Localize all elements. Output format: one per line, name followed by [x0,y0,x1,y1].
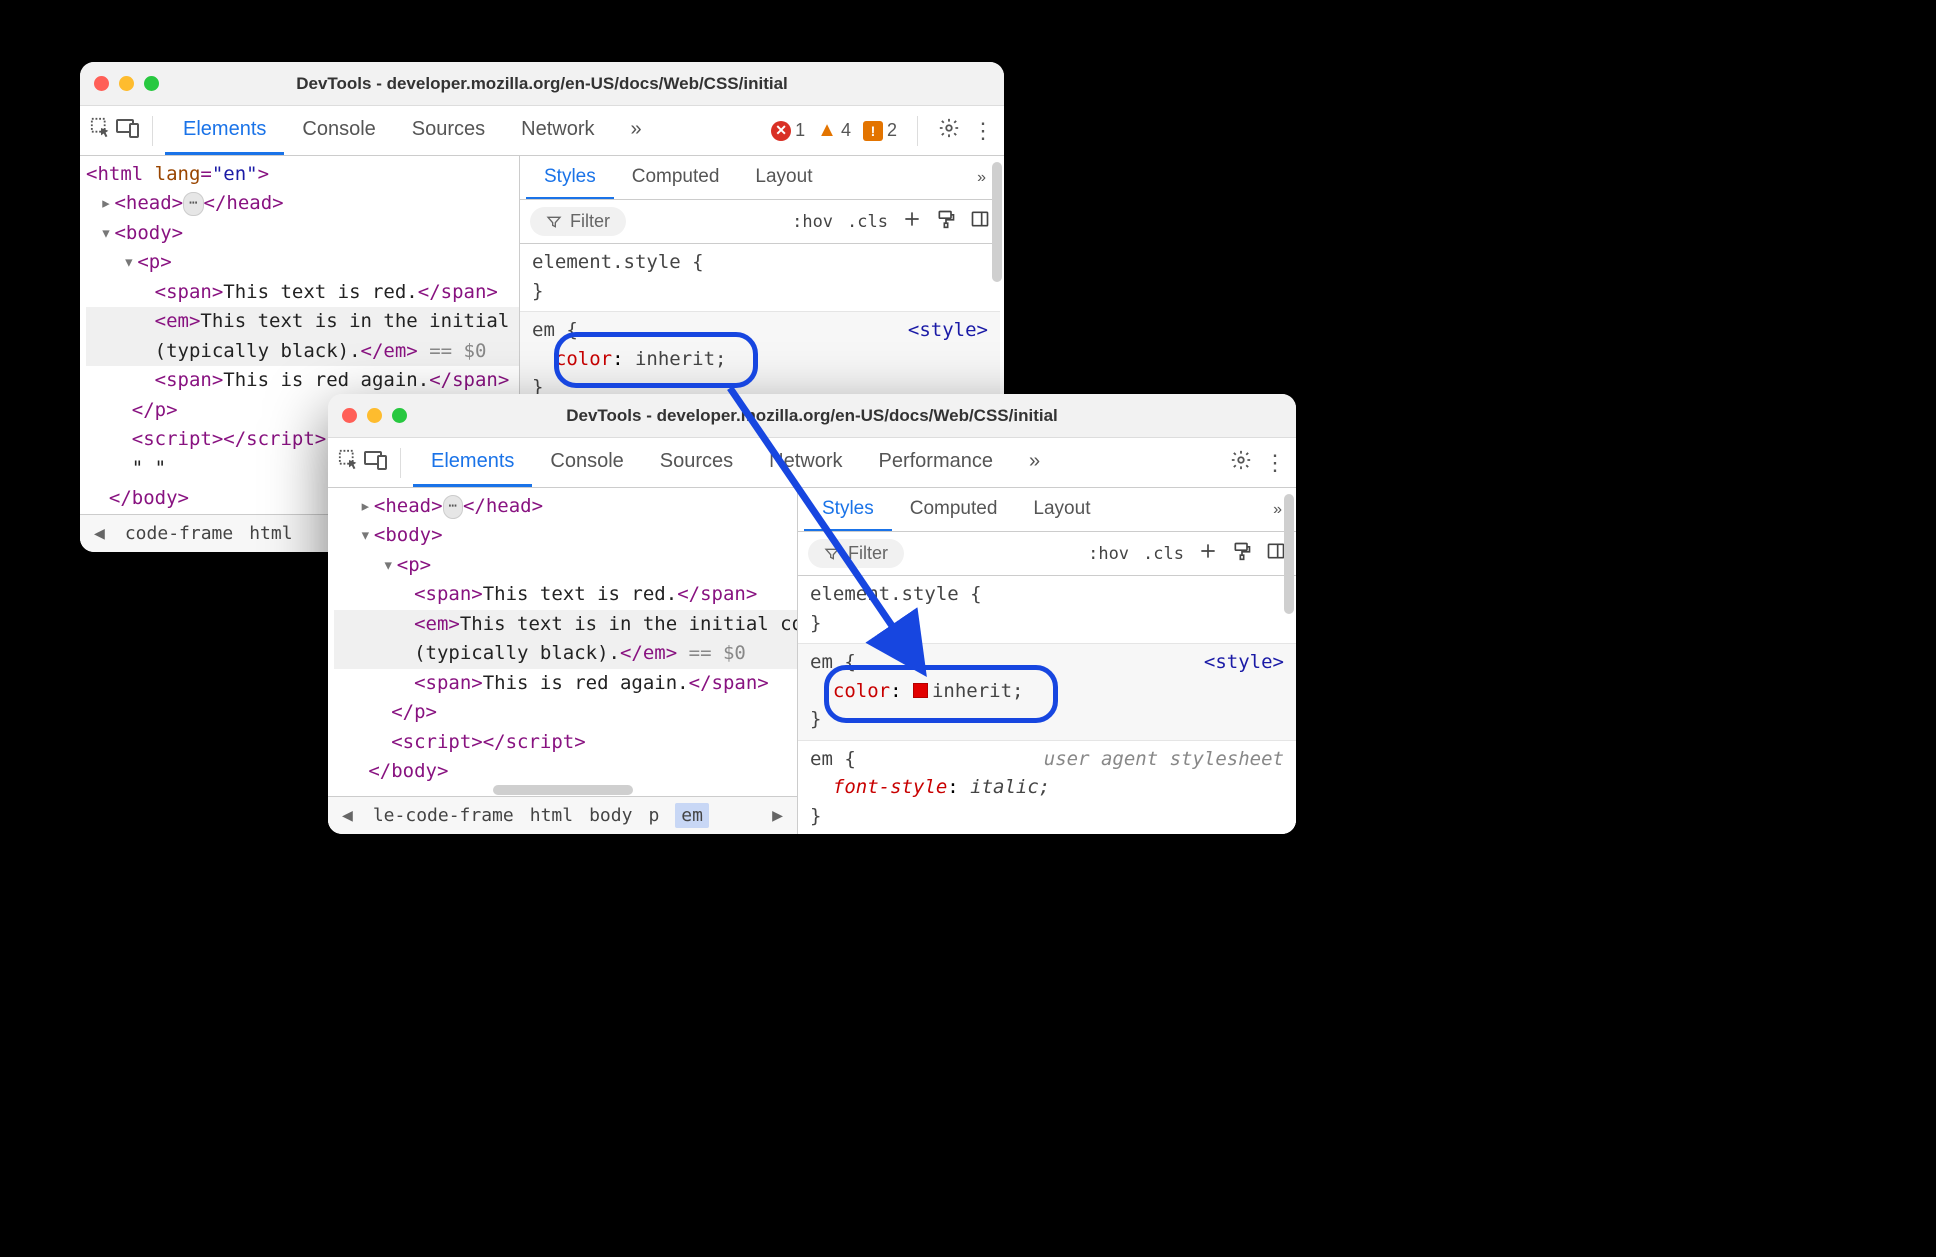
rule-source-link[interactable]: <style> [1204,648,1284,677]
crumb[interactable]: html [249,523,292,544]
crumb[interactable]: body [589,805,632,826]
rule-source-link[interactable]: <style> [908,316,988,345]
panel-toggle-icon[interactable] [1266,541,1286,566]
subtab-layout[interactable]: Layout [1015,488,1108,531]
hov-toggle[interactable]: :hov [792,212,833,232]
tabs-overflow-icon[interactable]: » [613,106,660,155]
subtab-styles[interactable]: Styles [804,488,892,531]
maximize-icon[interactable] [392,408,407,423]
close-icon[interactable] [342,408,357,423]
tab-sources[interactable]: Sources [642,438,751,487]
maximize-icon[interactable] [144,76,159,91]
main-tabs: Elements Console Sources Network » [165,106,660,155]
crumb-selected[interactable]: em [675,803,709,828]
minimize-icon[interactable] [367,408,382,423]
new-rule-icon[interactable] [1198,541,1218,566]
subtabs-overflow-icon[interactable]: » [969,169,994,187]
paint-icon[interactable] [936,209,956,234]
styles-filter-row: Filter :hov .cls [520,200,1000,244]
dom-tree[interactable]: ▸<head>⋯</head> ▾<body> ▾<p> <span>This … [328,488,797,784]
breadcrumb[interactable]: ◀ le-code-frame html body p em ▶ [328,796,797,834]
tab-elements[interactable]: Elements [165,106,284,155]
breadcrumb-next-icon[interactable]: ▶ [768,805,787,826]
hov-toggle[interactable]: :hov [1088,544,1129,564]
titlebar: DevTools - developer.mozilla.org/en-US/d… [80,62,1004,106]
styles-filter-row: Filter :hov .cls [798,532,1296,576]
titlebar: DevTools - developer.mozilla.org/en-US/d… [328,394,1296,438]
subtab-computed[interactable]: Computed [892,488,1016,531]
traffic-lights[interactable] [94,76,159,91]
issues-badge[interactable]: !2 [863,120,897,141]
panel-toggle-icon[interactable] [970,209,990,234]
kebab-icon[interactable]: ⋮ [1264,450,1286,476]
new-rule-icon[interactable] [902,209,922,234]
ua-source: user agent stylesheet [1044,745,1284,774]
warning-badge[interactable]: ▲4 [817,119,851,142]
styles-sub-tabs: Styles Computed Layout » [798,488,1296,532]
traffic-lights[interactable] [342,408,407,423]
close-icon[interactable] [94,76,109,91]
subtab-computed[interactable]: Computed [614,156,738,199]
tab-sources[interactable]: Sources [394,106,503,155]
crumb[interactable]: le-code-frame [373,805,514,826]
filter-icon [546,214,562,230]
styles-body[interactable]: element.style { } <style> em { color: in… [798,576,1296,834]
color-swatch-icon[interactable] [913,683,928,698]
gear-icon[interactable] [938,117,960,145]
main-toolbar: Elements Console Sources Network Perform… [328,438,1296,488]
crumb[interactable]: p [648,805,659,826]
cls-toggle[interactable]: .cls [1143,544,1184,564]
error-badge[interactable]: ✕1 [771,120,805,141]
crumb[interactable]: html [530,805,573,826]
tab-elements[interactable]: Elements [413,438,532,487]
rule-ua-em[interactable]: user agent stylesheet em { font-style: i… [798,741,1296,835]
rule-element-style[interactable]: element.style { } [520,244,1000,312]
filter-input[interactable]: Filter [808,539,904,568]
tab-network[interactable]: Network [503,106,612,155]
window-title: DevTools - developer.mozilla.org/en-US/d… [328,406,1296,426]
main-toolbar: Elements Console Sources Network » ✕1 ▲4… [80,106,1004,156]
rule-element-style[interactable]: element.style { } [798,576,1296,644]
inspect-icon[interactable] [90,117,112,145]
filter-input[interactable]: Filter [530,207,626,236]
crumb[interactable]: code-frame [125,523,233,544]
paint-icon[interactable] [1232,541,1252,566]
filter-icon [824,546,840,562]
gear-icon[interactable] [1230,449,1252,477]
devtools-window-2: DevTools - developer.mozilla.org/en-US/d… [328,394,1296,834]
tabs-overflow-icon[interactable]: » [1011,438,1058,487]
tab-performance[interactable]: Performance [861,438,1012,487]
styles-sub-tabs: Styles Computed Layout » [520,156,1000,200]
kebab-icon[interactable]: ⋮ [972,118,994,144]
device-toggle-icon[interactable] [364,450,388,476]
tab-console[interactable]: Console [532,438,641,487]
window-title: DevTools - developer.mozilla.org/en-US/d… [80,74,1004,94]
inspect-icon[interactable] [338,449,360,477]
tab-network[interactable]: Network [751,438,860,487]
h-scrollbar[interactable] [328,784,797,796]
cls-toggle[interactable]: .cls [847,212,888,232]
device-toggle-icon[interactable] [116,118,140,144]
minimize-icon[interactable] [119,76,134,91]
breadcrumb-prev-icon[interactable]: ◀ [90,523,109,544]
subtab-layout[interactable]: Layout [737,156,830,199]
breadcrumb-prev-icon[interactable]: ◀ [338,805,357,826]
rule-em[interactable]: <style> em { color: inherit; } [798,644,1296,741]
scrollbar[interactable] [1284,494,1294,614]
main-tabs: Elements Console Sources Network Perform… [413,438,1058,487]
tab-console[interactable]: Console [284,106,393,155]
subtab-styles[interactable]: Styles [526,156,614,199]
scrollbar[interactable] [992,162,1002,282]
